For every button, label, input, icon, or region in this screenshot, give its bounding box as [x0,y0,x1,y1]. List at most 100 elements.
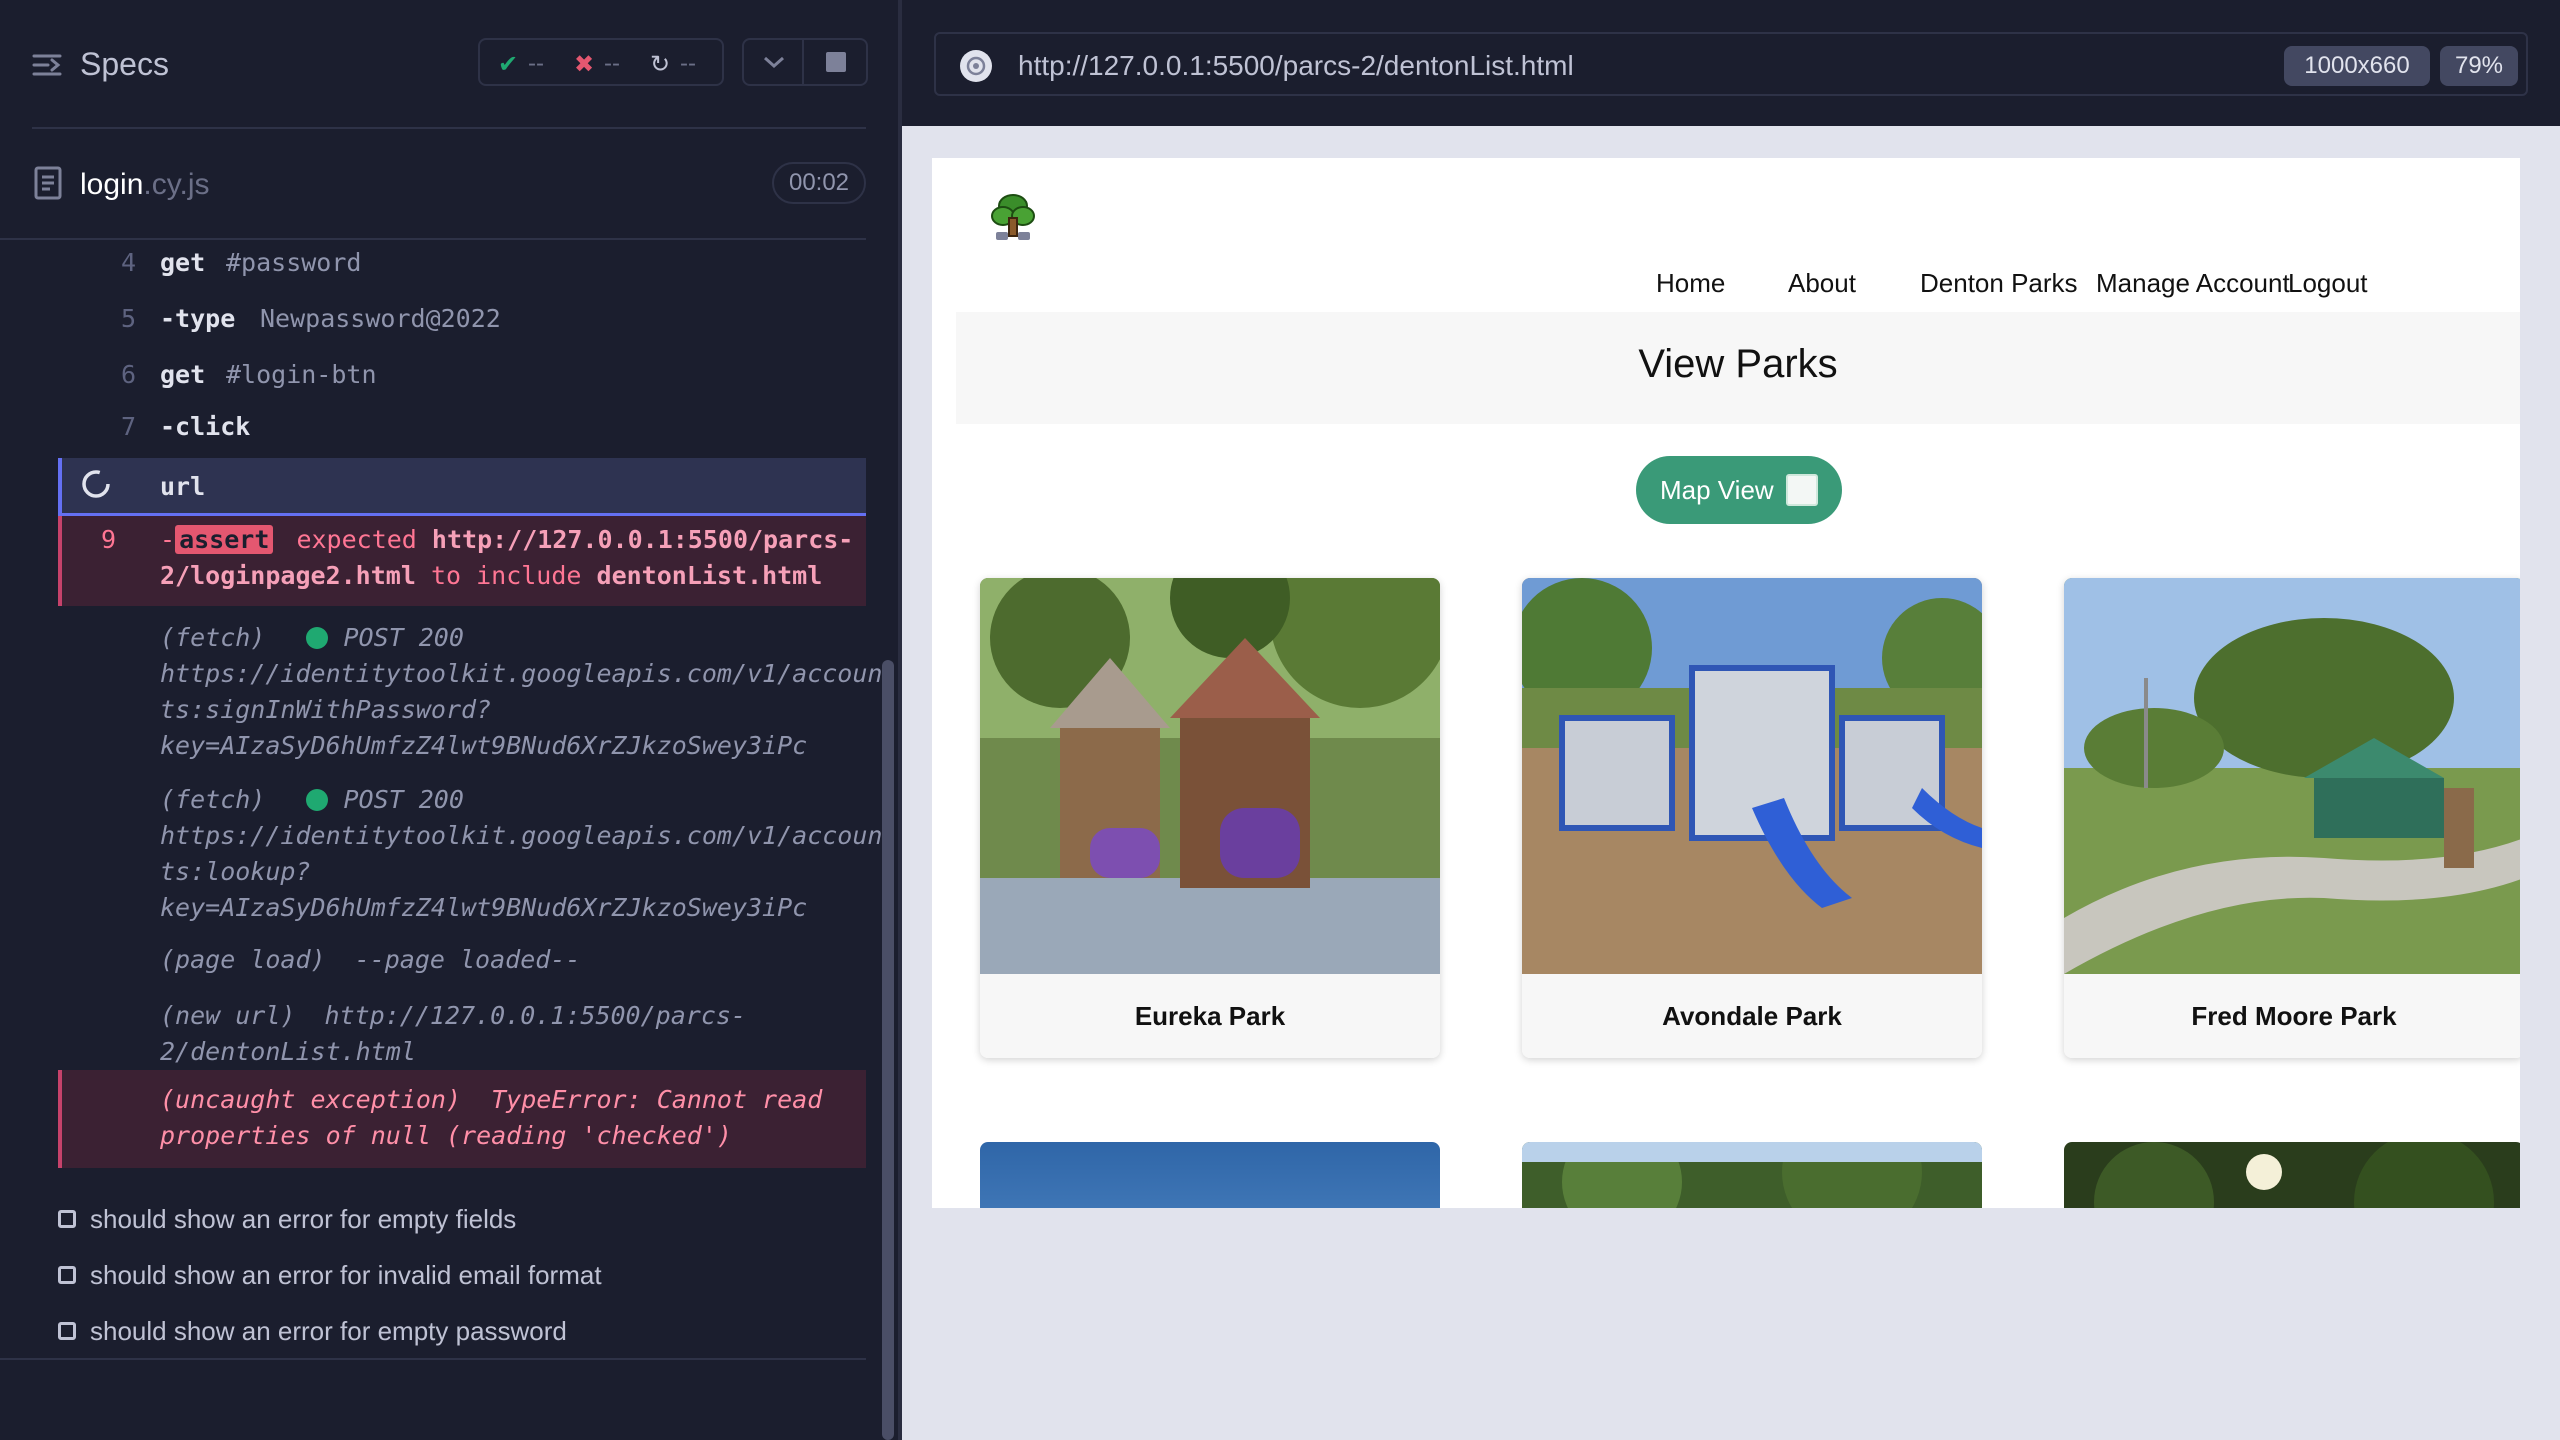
zoom-badge[interactable]: 79% [2440,46,2518,86]
assert-tag: assert [175,525,274,554]
uncaught-exception-row[interactable]: (uncaught exception) TypeError: Cannot r… [58,1070,866,1168]
site-icon [960,50,992,82]
assert-word-expected: expected [296,525,417,554]
command-name: -type [160,304,236,333]
nav-about[interactable]: About [1788,268,1856,299]
log-url-line: key=AIzaSyD6hUmfzZ4lwt9BNud6XrZJkzoSwey3… [160,731,808,760]
test-item[interactable]: should show an error for empty fields [58,1204,517,1235]
park-photo-partial [2094,1142,2494,1208]
pending-icon: ↻ [650,51,671,78]
spec-file-ext: .cy.js [143,168,210,201]
park-card-fred-moore[interactable]: Fred Moore Park [2064,578,2520,1058]
park-photo-partial [1522,1142,1982,1208]
failed-count: -- [604,50,620,77]
chevron-down-icon [764,56,784,69]
spec-file-name[interactable]: login.cy.js [80,168,210,202]
url-text[interactable]: http://127.0.0.1:5500/parcs-2/dentonList… [1018,50,1574,82]
log-url-line: 2/dentonList.html [160,1037,416,1066]
command-row[interactable]: 7 -click [60,412,866,458]
nav-logout[interactable]: Logout [2288,268,2368,299]
park-card-eureka[interactable]: Eureka Park [980,578,1440,1058]
test-status-icon [58,1210,76,1228]
tree-logo-icon[interactable] [990,188,1036,242]
log-url-line: https://identitytoolkit.googleapis.com/v… [160,659,883,688]
log-url-line: key=AIzaSyD6hUmfzZ4lwt9BNud6XrZJkzoSwey3… [160,893,808,922]
command-name: get [160,248,206,277]
park-card-avondale[interactable]: Avondale Park [1522,578,1982,1058]
test-item[interactable]: should show an error for empty password [58,1316,567,1347]
park-card-partial[interactable] [980,1142,1440,1208]
assert-expected-value: dentonList.html [596,561,823,590]
status-dot-icon [306,627,329,649]
log-text: --page loaded-- [354,945,581,974]
nav-manage-account[interactable]: Manage Account [2096,268,2290,299]
nav-home[interactable]: Home [1656,268,1725,299]
log-url-line: ts:lookup? [160,857,311,886]
park-name: Fred Moore Park [2064,974,2520,1058]
specs-menu-icon[interactable] [32,50,62,80]
assert-actual-url-1: http://127.0.0.1:5500/parcs- [431,525,854,554]
log-new-url[interactable]: (new url) http://127.0.0.1:5500/parcs- 2… [160,998,860,1070]
divider [32,127,866,129]
log-type: (page load) [160,945,326,974]
map-view-button[interactable]: Map View [1636,456,1842,524]
test-title: should show an error for empty password [90,1316,567,1346]
command-row[interactable]: 4 get #password [60,244,866,300]
viewport-size-badge[interactable]: 1000x660 [2284,46,2430,86]
status-dot-icon [306,789,329,811]
park-card-partial[interactable] [1522,1142,1982,1208]
test-status-icon [58,1322,76,1340]
command-arg: #login-btn [226,360,377,389]
divider [0,1358,866,1360]
app-preview-panel: http://127.0.0.1:5500/parcs-2/dentonList… [902,0,2560,1440]
exception-line: properties of null (reading 'checked') [160,1121,732,1150]
specs-title[interactable]: Specs [80,46,169,83]
spec-file-basename: login [80,168,144,201]
log-url-line: https://identitytoolkit.googleapis.com/v… [160,821,883,850]
assert-dash: - [160,525,176,554]
nav-denton-parks[interactable]: Denton Parks [1920,268,2078,299]
page-title: View Parks [1638,342,1838,386]
test-title: should show an error for invalid email f… [90,1260,602,1290]
scrollbar[interactable] [882,660,894,1440]
log-url-line: ts:signInWithPassword? [160,695,492,724]
park-card-partial[interactable] [2064,1142,2520,1208]
test-item[interactable]: should show an error for invalid email f… [58,1260,602,1291]
log-fetch-lookup[interactable]: (fetch) POST 200 https://identitytoolkit… [160,782,882,926]
passed-icon: ✔ [498,51,519,78]
test-status-icon [58,1266,76,1284]
log-type: (fetch) [160,623,266,652]
url-bar[interactable]: http://127.0.0.1:5500/parcs-2/dentonList… [934,32,2528,96]
assert-word-include: to include [430,561,582,590]
test-title: should show an error for empty fields [90,1204,517,1234]
log-page-load[interactable]: (page load) --page loaded-- [160,942,860,978]
command-arg: #password [226,248,362,277]
command-row-active[interactable]: url [58,458,866,516]
command-log-panel: Specs ✔ -- ✖ -- ↻ -- login.cy.js 00:02 4… [0,0,900,1440]
park-name: Eureka Park [980,974,1440,1058]
broken-image-icon [1786,474,1818,506]
command-row[interactable]: 5 -type Newpassword@2022 [60,300,866,356]
command-number: 5 [120,304,136,333]
map-view-label: Map View [1660,475,1774,505]
chevron-down-button[interactable] [742,38,804,86]
log-status: POST 200 [343,623,464,652]
assert-actual-url-2: 2/loginpage2.html [160,561,416,590]
run-timer: 00:02 [772,162,866,204]
passed-count: -- [528,50,544,77]
divider [0,238,866,240]
command-name: get [160,360,206,389]
app-viewport: Home About Denton Parks Manage Account L… [932,158,2520,1208]
command-row[interactable]: 6 get #login-btn [60,356,866,412]
log-url-line: http://127.0.0.1:5500/parcs- [324,1001,746,1030]
command-number: 7 [120,412,136,441]
command-name: url [160,472,206,501]
assert-failed-row[interactable]: 9 - assert expected http://127.0.0.1:5500… [58,516,866,606]
park-photo-eureka [980,578,1440,974]
failed-icon: ✖ [574,51,595,78]
log-fetch-signin[interactable]: (fetch) POST 200 https://identitytoolkit… [160,620,882,764]
stop-button[interactable] [804,38,868,86]
log-type: (fetch) [160,785,266,814]
exception-line: (uncaught exception) TypeError: Cannot r… [160,1085,823,1114]
file-icon [34,166,62,200]
